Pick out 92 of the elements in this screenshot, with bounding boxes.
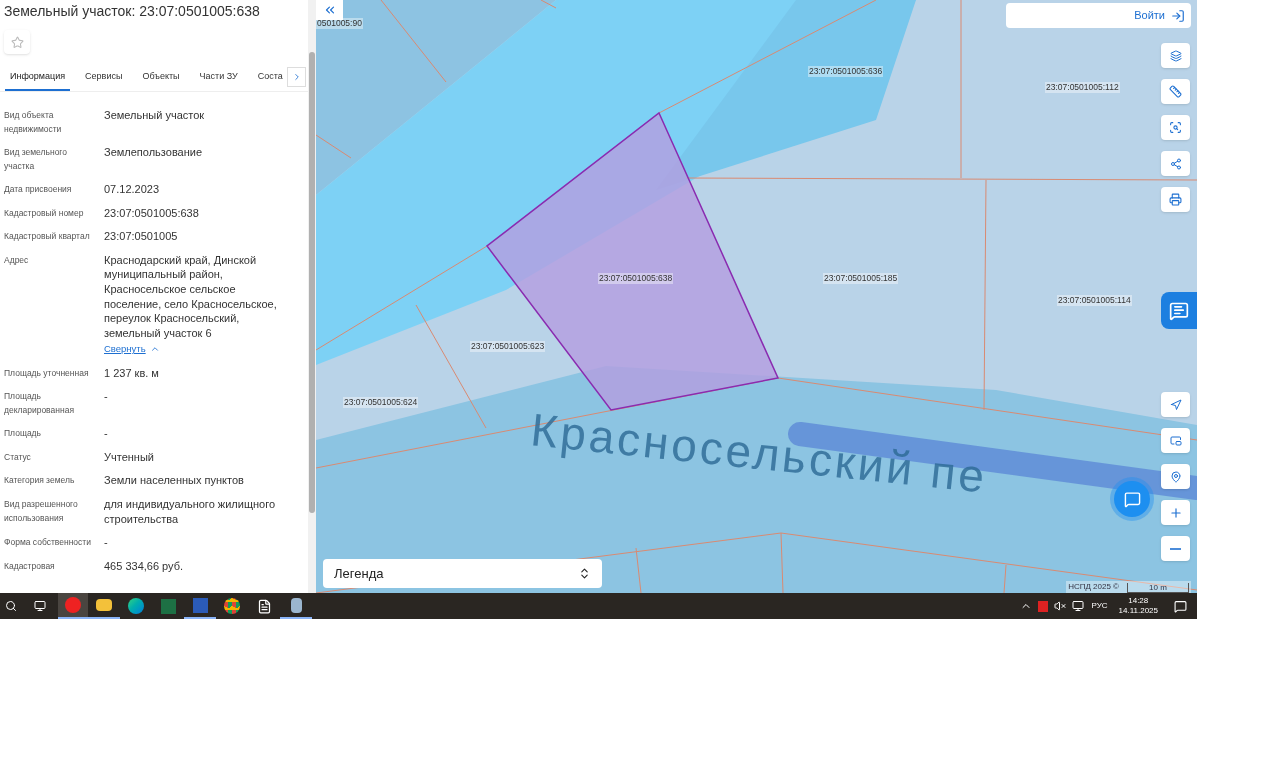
field-label: Вид земельного участка [4,146,68,173]
navigation-arrow-icon [1169,398,1182,411]
zoom-in-button[interactable] [1161,500,1190,525]
field-value: - [104,535,108,550]
field-label: Вид разрешенного использования [4,497,79,525]
field-label: Вид объекта недвижимости [4,109,63,136]
map-pin-icon [1169,470,1182,483]
field-value: Учтенный [104,449,154,465]
field-value: Краснодарский край, Динской муниципальный район, Красносельское сельское поселение, село Красносельское, переулок Красносельский, земельный участок 6 [104,252,278,341]
street-label: Красносельский пе [527,402,991,505]
tab[interactable]: Информация [5,66,71,91]
share-icon [1169,157,1182,170]
parcel-label: 23:07:0501005:112 [1045,82,1120,93]
tab[interactable]: Сервисы [80,66,128,91]
browser-icon [65,597,81,613]
layers-button[interactable] [1161,43,1190,68]
field-value: Земли населенных пунктов [104,473,244,488]
field-value: 07.12.2023 [104,182,160,197]
parcel-label: 23:07:0501005:114 [1057,295,1132,306]
panel-title: Земельный участок: 23:07:0501005:638 [3,2,261,21]
chat-icon [1169,300,1189,321]
language-indicator[interactable]: РУС [1091,600,1108,612]
notification-icon [1174,599,1187,613]
jar-icon [290,597,302,613]
map[interactable]: Красносельский пе 0501005:90 23:07:0501005:636 23:07:0501005:112 23:07:0501005:638 23:07:0501005:185 23:07:0501005:114 23:07:0501005:623 23:07:0501005:624 Войти Легенда НСПД 2025 © 10 m [316,0,1197,593]
chrome-icon [224,598,240,614]
layers-icon [1169,49,1182,62]
field-value: Земельный участок [104,108,205,123]
login-icon [1171,8,1185,23]
pin-button[interactable] [1161,464,1190,489]
field-label: Категория земель [4,474,76,488]
spreadsheet-icon [160,598,176,614]
login-button[interactable]: Войти [1006,3,1191,28]
parcel-label: 23:07:0501005:185 [823,273,899,284]
minimap-button[interactable] [1161,428,1190,453]
star-icon [10,35,24,49]
picture-in-picture-icon [1169,434,1182,447]
field-label: Статус [4,450,32,464]
tab[interactable]: Части ЗУ [194,66,243,91]
field-value: 1 237 кв. м [104,365,159,381]
ruler-icon [1169,85,1182,98]
area-select-button[interactable] [1161,115,1190,140]
field-value: 23:07:0501005:638 [104,205,199,221]
parcel-label: 23:07:0501005:624 [343,397,419,408]
field-value: 23:07:0501005 [104,229,178,244]
field-value: для индивидуального жилищного строительства [104,496,276,527]
field-label: Площадь [4,427,42,441]
zoom-out-button[interactable] [1161,536,1190,561]
collapse-panel-button[interactable] [316,0,343,20]
scrollbar-thumb[interactable] [309,52,315,513]
assistant-tab[interactable] [1161,292,1197,329]
minus-icon [1170,547,1181,550]
parcel-label: 23:07:0501005:636 [808,66,884,77]
tab[interactable]: Объекты [137,66,185,91]
field-label: Форма собственности [4,536,92,550]
tab[interactable]: Соста [252,66,288,91]
field-label: Площадь уточненная [4,366,90,380]
field-value: 465 334,66 руб. [104,558,184,574]
clock-time: 14:28 [1128,596,1149,606]
field-label: Кадастровый номер [4,206,85,220]
field-value: Землепользование [104,145,203,160]
plus-icon [1168,505,1183,520]
print-button[interactable] [1161,187,1190,212]
field-label: Кадастровый квартал [4,230,91,244]
clock-date: 14.11.2025 [1118,606,1158,616]
file-icon [256,598,272,614]
field-label: Кадастровая [4,559,56,573]
muted-speaker-icon [1053,600,1066,612]
field-label: Площадь декларированная [4,390,75,418]
share-button[interactable] [1161,151,1190,176]
map-attribution: НСПД 2025 © [1068,581,1119,593]
field-label: Дата присвоения [4,183,73,196]
parcel-label: 23:07:0501005:638 [598,273,674,284]
scan-search-icon [1169,121,1182,134]
document-app-icon [192,597,208,613]
field-value: - [104,426,108,441]
printer-icon [1169,193,1182,206]
collapse-link[interactable]: Свернуть [104,342,160,357]
folder-icon [96,599,112,611]
field-value: - [104,389,108,404]
ruler-button[interactable] [1161,79,1190,104]
search-icon [5,600,17,612]
edge-icon [128,598,144,614]
up-down-chevron-icon [578,567,591,580]
tray-app-icon [1037,600,1048,612]
network-icon [1071,600,1084,612]
field-label: Адрес [4,253,30,267]
message-icon [1123,490,1141,508]
parcel-label: 23:07:0501005:623 [470,341,546,352]
legend-select[interactable]: Легенда [323,559,602,588]
locate-button[interactable] [1161,392,1190,417]
task-view-icon [34,600,46,612]
